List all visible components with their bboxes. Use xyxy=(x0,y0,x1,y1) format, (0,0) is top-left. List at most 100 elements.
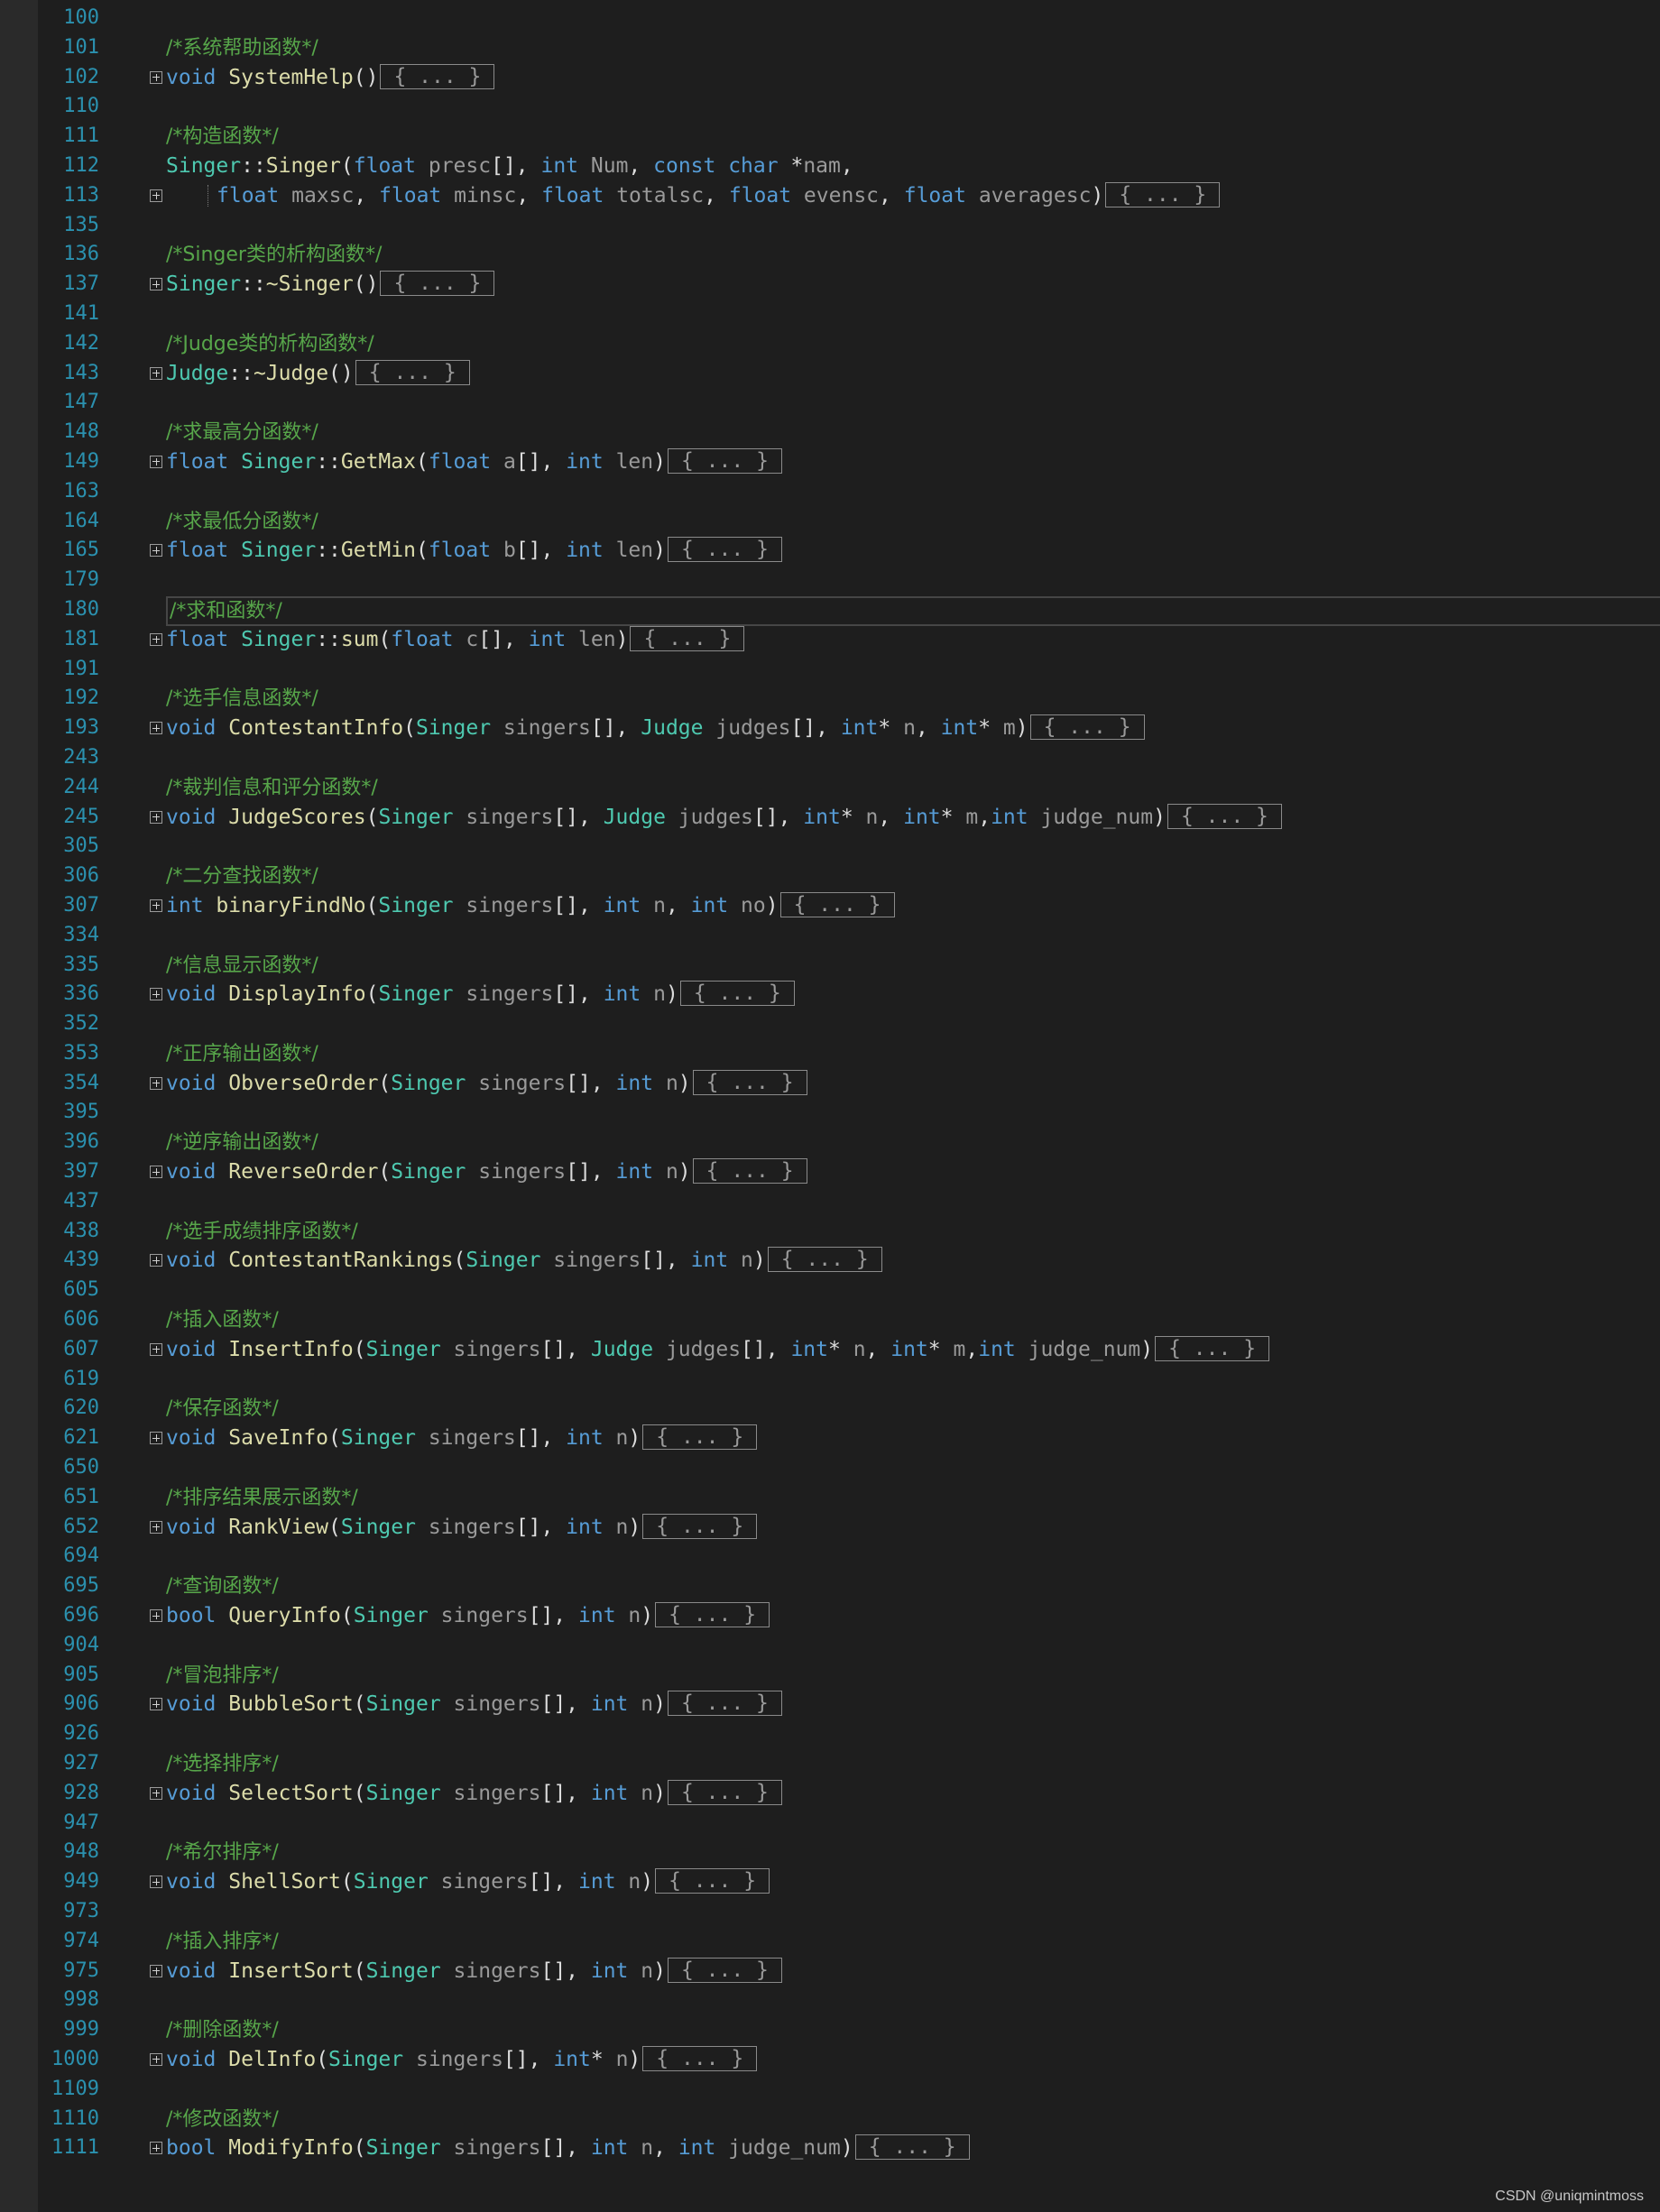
code-line[interactable]: 305 xyxy=(38,832,1660,862)
plus-box-icon[interactable] xyxy=(150,278,162,291)
collapsed-block-button[interactable]: { ... } xyxy=(692,1158,807,1184)
collapsed-block-button[interactable]: { ... } xyxy=(655,1602,770,1628)
code-line[interactable]: 142 /*Judge类的析构函数*/ xyxy=(38,329,1660,359)
code-line[interactable]: 651 /*排序结果展示函数*/ xyxy=(38,1483,1660,1513)
code-line[interactable]: 179 xyxy=(38,566,1660,595)
code-line[interactable]: 111 /*构造函数*/ xyxy=(38,122,1660,152)
code-line[interactable]: 904 xyxy=(38,1631,1660,1661)
plus-box-icon[interactable] xyxy=(150,2142,162,2155)
code-line[interactable]: 607 void InsertInfo(Singer singers[], Jud… xyxy=(38,1335,1660,1365)
code-line[interactable]: 306 /*二分查找函数*/ xyxy=(38,862,1660,891)
code-line[interactable]: 192 /*选手信息函数*/ xyxy=(38,684,1660,714)
code-line[interactable]: 143 Judge::~Judge(){ ... } xyxy=(38,359,1660,389)
code-line[interactable]: 141 xyxy=(38,300,1660,329)
code-editor[interactable]: 100 101/*系统帮助函数*/102 void SystemHelp(){ ..… xyxy=(38,4,1660,2163)
collapsed-block-button[interactable]: { ... } xyxy=(1167,803,1282,829)
code-line[interactable]: 975 void InsertSort(Singer singers[], int… xyxy=(38,1957,1660,1986)
code-line[interactable]: 135 xyxy=(38,211,1660,241)
code-line[interactable]: 191 xyxy=(38,655,1660,685)
collapsed-block-button[interactable]: { ... } xyxy=(854,2134,970,2161)
plus-box-icon[interactable] xyxy=(150,1698,162,1711)
code-line[interactable]: 193 void ContestantInfo(Singer singers[],… xyxy=(38,714,1660,743)
code-line[interactable]: 112 Singer::Singer(float presc[], int Num… xyxy=(38,152,1660,181)
code-line[interactable]: 354 void ObverseOrder(Singer singers[], i… xyxy=(38,1069,1660,1099)
code-line[interactable]: 947 xyxy=(38,1809,1660,1839)
code-line[interactable]: 136 /*Singer类的析构函数*/ xyxy=(38,240,1660,270)
plus-box-icon[interactable] xyxy=(150,455,162,468)
collapsed-block-button[interactable]: { ... } xyxy=(1105,181,1221,207)
code-line[interactable]: 620 /*保存函数*/ xyxy=(38,1394,1660,1424)
plus-box-icon[interactable] xyxy=(150,189,162,202)
collapsed-block-button[interactable]: { ... } xyxy=(1155,1335,1270,1361)
plus-box-icon[interactable] xyxy=(150,1254,162,1267)
code-line[interactable]: 181 float Singer::sum(float c[], int len)… xyxy=(38,625,1660,655)
code-line[interactable]: 999 /*删除函数*/ xyxy=(38,2015,1660,2045)
plus-box-icon[interactable] xyxy=(150,722,162,735)
collapsed-block-button[interactable]: { ... } xyxy=(380,271,495,297)
plus-box-icon[interactable] xyxy=(150,1076,162,1090)
code-line[interactable]: 949 void ShellSort(Singer singers[], int … xyxy=(38,1867,1660,1897)
collapsed-block-button[interactable]: { ... } xyxy=(642,1424,758,1451)
code-line[interactable]: 244 /*裁判信息和评分函数*/ xyxy=(38,773,1660,803)
plus-box-icon[interactable] xyxy=(150,988,162,1001)
collapsed-block-button[interactable]: { ... } xyxy=(667,1957,782,1983)
collapsed-block-button[interactable]: { ... } xyxy=(630,625,745,651)
plus-box-icon[interactable] xyxy=(150,1964,162,1977)
code-line[interactable]: 101 /*系统帮助函数*/ xyxy=(38,33,1660,63)
collapsed-block-button[interactable]: { ... } xyxy=(667,537,782,563)
code-line[interactable]: 245 void JudgeScores(Singer singers[], Ju… xyxy=(38,803,1660,833)
code-line[interactable]: 165 float Singer::GetMin(float b[], int l… xyxy=(38,536,1660,566)
plus-box-icon[interactable] xyxy=(150,1786,162,1800)
collapsed-block-button[interactable]: { ... } xyxy=(767,1247,882,1273)
code-line[interactable]: 928 void SelectSort(Singer singers[], int… xyxy=(38,1779,1660,1809)
code-line[interactable]: 180 /*求和函数*/ xyxy=(38,595,1660,626)
code-line[interactable]: 164 /*求最低分函数*/ xyxy=(38,507,1660,537)
code-line[interactable]: 395 xyxy=(38,1098,1660,1128)
code-line[interactable]: 334 xyxy=(38,921,1660,951)
plus-box-icon[interactable] xyxy=(150,1342,162,1356)
code-line[interactable]: 619 xyxy=(38,1365,1660,1395)
collapsed-block-button[interactable]: { ... } xyxy=(642,1513,758,1539)
code-line[interactable]: 621 void SaveInfo(Singer singers[], int n… xyxy=(38,1424,1660,1453)
code-line[interactable]: 650 xyxy=(38,1453,1660,1483)
code-line[interactable]: 606 /*插入函数*/ xyxy=(38,1305,1660,1335)
code-line[interactable]: 926 xyxy=(38,1719,1660,1749)
plus-box-icon[interactable] xyxy=(150,632,162,646)
code-line[interactable]: 905 /*冒泡排序*/ xyxy=(38,1661,1660,1691)
code-line[interactable]: 102 void SystemHelp(){ ... } xyxy=(38,63,1660,93)
collapsed-block-button[interactable]: { ... } xyxy=(355,359,470,385)
code-line[interactable]: 439 void ContestantRankings(Singer singer… xyxy=(38,1246,1660,1276)
code-line[interactable]: 163 xyxy=(38,477,1660,507)
code-line[interactable]: 927 /*选择排序*/ xyxy=(38,1749,1660,1779)
code-line[interactable]: 1109 xyxy=(38,2075,1660,2105)
code-line[interactable]: 973 xyxy=(38,1897,1660,1927)
collapsed-block-button[interactable]: { ... } xyxy=(667,1691,782,1717)
collapsed-block-button[interactable]: { ... } xyxy=(380,63,495,89)
code-line[interactable]: 974 /*插入排序*/ xyxy=(38,1927,1660,1957)
code-line[interactable]: 438 /*选手成绩排序函数*/ xyxy=(38,1217,1660,1247)
plus-box-icon[interactable] xyxy=(150,544,162,558)
code-line[interactable]: 694 xyxy=(38,1542,1660,1571)
code-line[interactable]: 906 void BubbleSort(Singer singers[], int… xyxy=(38,1690,1660,1719)
plus-box-icon[interactable] xyxy=(150,1166,162,1179)
code-line[interactable]: 396 /*逆序输出函数*/ xyxy=(38,1128,1660,1157)
code-line[interactable]: 948 /*希尔排序*/ xyxy=(38,1838,1660,1867)
code-line[interactable]: 335 /*信息显示函数*/ xyxy=(38,951,1660,981)
code-line[interactable]: 353 /*正序输出函数*/ xyxy=(38,1039,1660,1069)
code-line[interactable]: 695 /*查询函数*/ xyxy=(38,1571,1660,1601)
code-line[interactable]: 352 xyxy=(38,1009,1660,1039)
collapsed-block-button[interactable]: { ... } xyxy=(1029,714,1145,741)
code-line[interactable]: 149 float Singer::GetMax(float a[], int l… xyxy=(38,447,1660,477)
plus-box-icon[interactable] xyxy=(150,1876,162,1889)
plus-box-icon[interactable] xyxy=(150,1609,162,1623)
code-line[interactable]: 397 void ReverseOrder(Singer singers[], i… xyxy=(38,1157,1660,1187)
code-line[interactable]: 336 void DisplayInfo(Singer singers[], in… xyxy=(38,980,1660,1009)
code-line[interactable]: 100 xyxy=(38,4,1660,33)
collapsed-block-button[interactable]: { ... } xyxy=(667,1779,782,1805)
code-line[interactable]: 147 xyxy=(38,388,1660,418)
code-line[interactable]: 243 xyxy=(38,743,1660,773)
code-line[interactable]: 696 bool QueryInfo(Singer singers[], int … xyxy=(38,1601,1660,1631)
code-line[interactable]: 652 void RankView(Singer singers[], int n… xyxy=(38,1513,1660,1543)
collapsed-block-button[interactable]: { ... } xyxy=(642,2045,758,2071)
code-line[interactable]: 605 xyxy=(38,1276,1660,1305)
